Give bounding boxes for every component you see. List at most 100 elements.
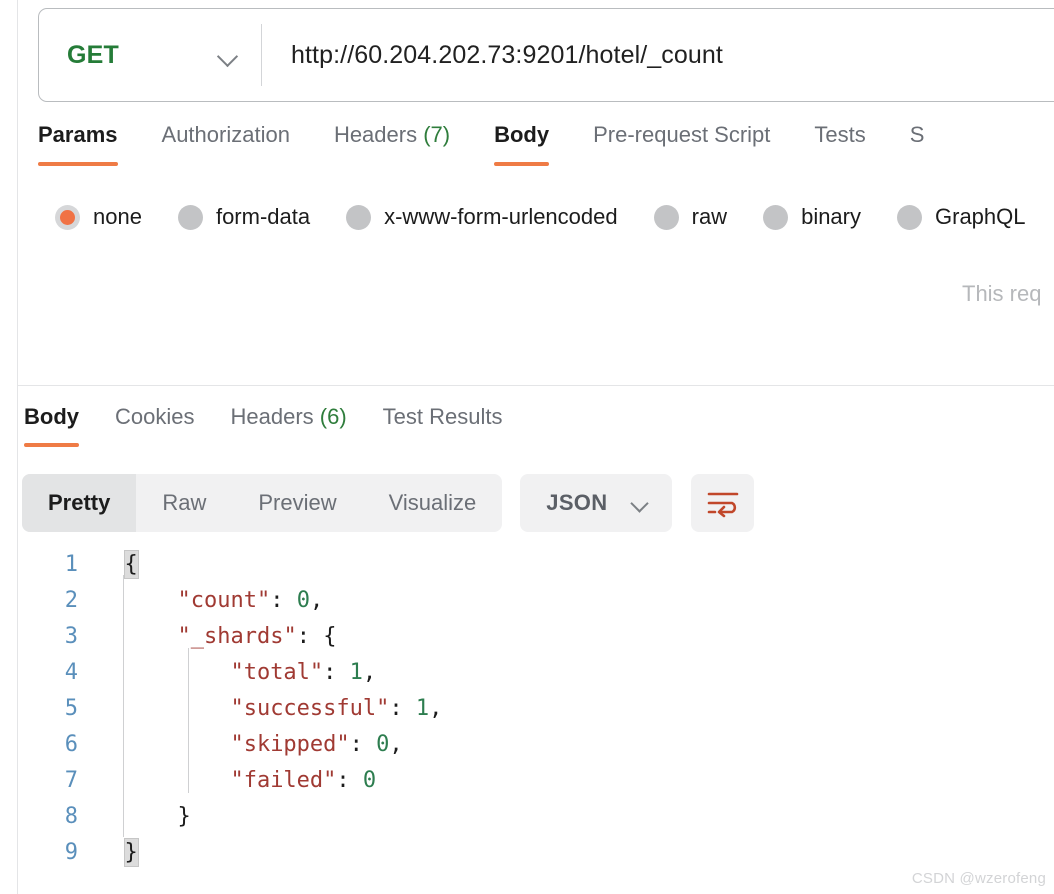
tab-label: Pre-request Script <box>593 122 771 147</box>
radio-icon <box>653 204 679 230</box>
code-token: "total" <box>230 659 324 685</box>
tab-label: Authorization <box>161 122 290 147</box>
http-method-label: GET <box>67 40 119 69</box>
code-token: , <box>362 659 377 685</box>
code-line: 6 "skipped": 0, <box>18 726 1054 762</box>
line-number: 3 <box>64 623 78 649</box>
tab-authorization[interactable]: Authorization <box>162 122 290 166</box>
tab-label: Body <box>494 122 550 147</box>
code-token: , <box>389 731 403 757</box>
code-line-text: "count": 0, <box>98 588 1054 613</box>
view-preview[interactable]: Preview <box>232 474 362 532</box>
code-line: 4 "total": 1, <box>18 654 1054 690</box>
code-line-text: "failed": 0 <box>98 768 1054 793</box>
tab-label: Test Results <box>382 404 503 429</box>
body-type-radio-group: none form-data x-www-form-urlencoded raw… <box>55 197 1054 237</box>
body-type-binary[interactable]: binary <box>763 204 861 230</box>
response-format-select[interactable]: JSON <box>520 474 673 532</box>
tab-label: Headers <box>333 122 418 147</box>
code-token: 1 <box>415 695 430 721</box>
code-token: , <box>309 587 324 613</box>
view-pretty[interactable]: Pretty <box>22 474 137 532</box>
line-number: 6 <box>64 731 78 757</box>
code-line: 2 "count": 0, <box>18 582 1054 618</box>
wrap-text-icon <box>707 492 739 518</box>
line-number: 2 <box>64 587 78 613</box>
view-raw[interactable]: Raw <box>136 474 232 532</box>
tab-label: Tests <box>814 122 866 147</box>
request-tab-bar: Params Authorization Headers (7) Body Pr… <box>38 122 1054 180</box>
code-token: : <box>389 695 416 721</box>
tab-body[interactable]: Body <box>494 122 550 166</box>
code-token: "skipped" <box>230 731 350 757</box>
body-type-none[interactable]: none <box>55 204 142 230</box>
radio-icon <box>897 204 922 230</box>
code-token: : <box>349 731 377 757</box>
view-visualize[interactable]: Visualize <box>363 474 503 532</box>
response-tab-body[interactable]: Body <box>24 404 79 447</box>
radio-icon <box>346 204 372 230</box>
view-label: Visualize <box>388 490 477 515</box>
postman-window: GET http://60.204.202.73:9201/hotel/_cou… <box>0 0 1054 894</box>
line-number: 4 <box>64 659 78 685</box>
code-token: 1 <box>349 659 363 685</box>
response-tab-cookies[interactable]: Cookies <box>115 404 194 447</box>
code-line-text: { <box>98 549 1054 579</box>
watermark: CSDN @wzerofeng <box>911 870 1046 887</box>
code-line-text: } <box>98 837 1054 867</box>
radio-label: x-www-form-urlencoded <box>384 204 618 229</box>
code-line-text: "skipped": 0, <box>98 732 1054 757</box>
view-label: Preview <box>258 490 337 515</box>
response-body-viewer[interactable]: 1 {2 "count": 0, 3 "_shards": {4 "total":… <box>18 546 1054 894</box>
body-type-graphql[interactable]: GraphQL <box>897 204 1026 230</box>
view-label: Raw <box>162 490 207 515</box>
code-line-text: "_shards": { <box>98 624 1054 649</box>
code-token: "_shards" <box>177 623 297 649</box>
code-token: } <box>177 803 191 829</box>
code-token: , <box>429 695 443 721</box>
http-method-selector[interactable]: GET <box>39 9 261 101</box>
code-line-text: "total": 1, <box>98 660 1054 685</box>
tab-count: (7) <box>423 122 451 147</box>
tab-label: S <box>909 122 925 147</box>
code-line: 1 { <box>18 546 1054 582</box>
tab-settings[interactable]: S <box>910 122 925 166</box>
left-panel-gutter <box>0 0 18 894</box>
line-number: 5 <box>64 695 78 721</box>
chevron-down-icon <box>217 49 239 62</box>
body-type-urlencoded[interactable]: x-www-form-urlencoded <box>346 204 618 230</box>
fold-guide-line <box>123 575 124 837</box>
body-type-raw[interactable]: raw <box>653 204 728 230</box>
radio-label: binary <box>801 204 861 229</box>
code-line: 5 "successful": 1, <box>18 690 1054 726</box>
tab-headers[interactable]: Headers (7) <box>334 122 450 166</box>
tab-params[interactable]: Params <box>38 122 118 166</box>
tab-tests[interactable]: Tests <box>814 122 865 166</box>
code-line: 3 "_shards": { <box>18 618 1054 654</box>
tab-label: Cookies <box>115 404 195 429</box>
code-line-text: } <box>98 804 1054 829</box>
format-label: JSON <box>546 490 608 515</box>
empty-body-hint: This req <box>962 281 1042 306</box>
pane-divider <box>18 385 1054 386</box>
line-number: 8 <box>64 803 78 829</box>
response-tab-headers[interactable]: Headers (6) <box>230 404 346 447</box>
wrap-text-button[interactable] <box>691 474 755 532</box>
response-tab-bar: Body Cookies Headers (6) Test Results <box>24 404 538 454</box>
request-url-bar: GET http://60.204.202.73:9201/hotel/_cou… <box>38 8 1054 102</box>
matching-brace: } <box>123 837 139 867</box>
radio-label: raw <box>691 204 728 229</box>
code-token: 0 <box>296 587 310 613</box>
matching-brace: { <box>123 549 139 579</box>
request-url-input[interactable]: http://60.204.202.73:9201/hotel/_count <box>262 41 1054 70</box>
body-type-form-data[interactable]: form-data <box>177 204 310 230</box>
radio-selected-icon <box>55 204 80 230</box>
radio-icon <box>177 204 203 230</box>
response-tab-test-results[interactable]: Test Results <box>383 404 503 447</box>
line-number: 1 <box>64 551 78 577</box>
tab-label: Headers <box>230 404 314 429</box>
code-token: "count" <box>177 587 271 613</box>
code-line: 9 } <box>18 834 1054 870</box>
tab-pre-request-script[interactable]: Pre-request Script <box>593 122 770 166</box>
fold-guide-line <box>188 648 189 793</box>
